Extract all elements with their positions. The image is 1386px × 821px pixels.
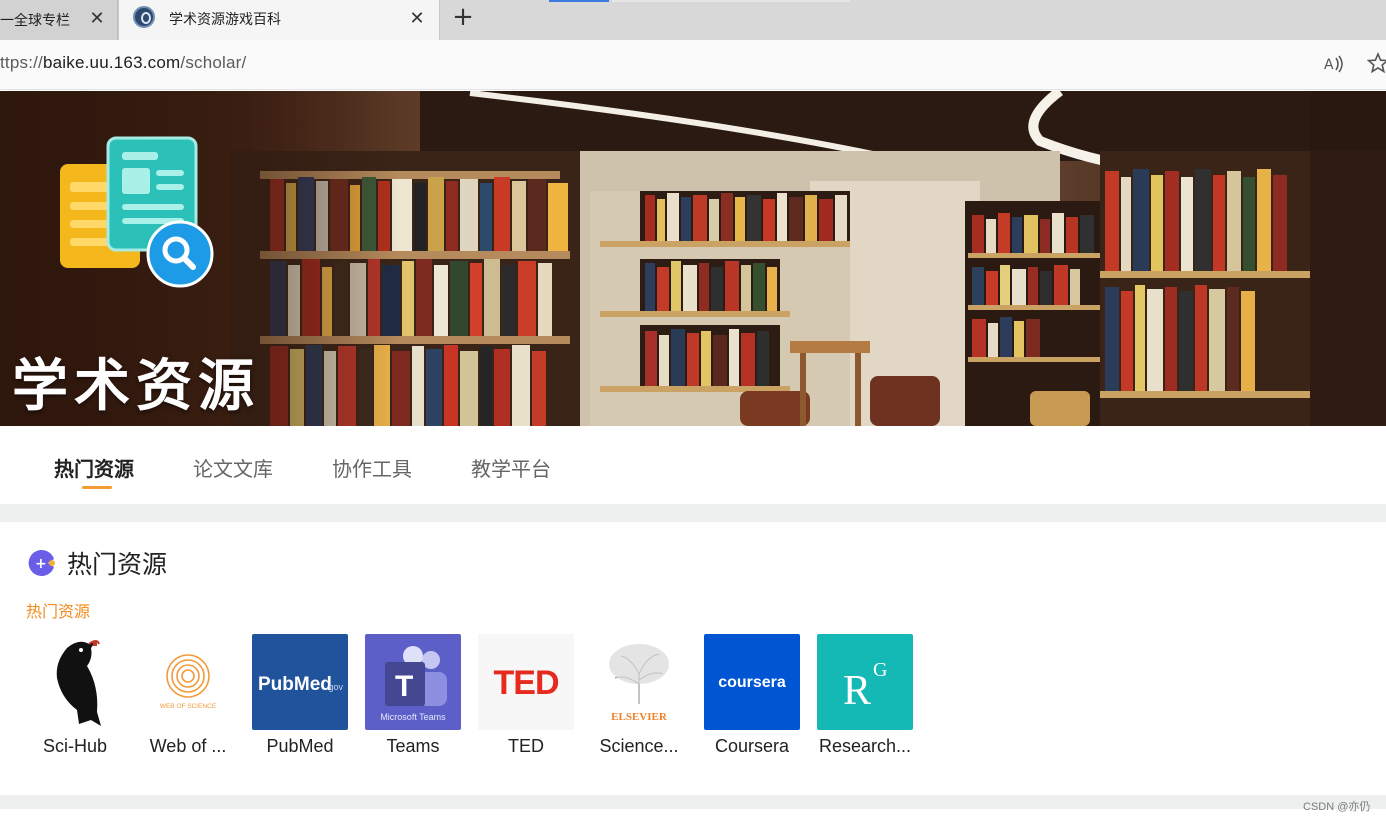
active-tab-indicator (82, 486, 112, 489)
elsevier-wordmark: ELSEVIER (611, 711, 668, 723)
web-of-science-wordmark: WEB OF SCIENCE (160, 703, 217, 710)
close-tab-icon[interactable]: ✕ (407, 9, 427, 29)
teams-icon: T Microsoft Teams (365, 634, 461, 730)
coursera-wordmark: coursera (718, 674, 786, 691)
read-aloud-icon[interactable]: A (1322, 52, 1346, 76)
resource-teams[interactable]: T Microsoft Teams Teams (363, 634, 463, 764)
resource-label: Sci-Hub (42, 736, 108, 756)
url-field[interactable]: ttps://baike.uu.163.com/scholar/ (0, 53, 246, 73)
researchgate-superscript: G (873, 659, 887, 681)
coursera-icon: coursera (704, 634, 800, 730)
category-tab-bar: 热门资源 论文文库 协作工具 教学平台 (0, 426, 1386, 504)
tab-hot-resources[interactable]: 热门资源 (54, 453, 134, 482)
svg-text:+: + (35, 556, 47, 572)
resource-sciencedirect[interactable]: ELSEVIER Science... (589, 634, 689, 764)
researchgate-icon: R G (817, 634, 913, 730)
tab-collaboration-tools[interactable]: 协作工具 (332, 453, 412, 482)
pubmed-wordmark: PubMed (258, 674, 332, 695)
section-separator-bottom (0, 795, 1386, 809)
tab-title: 一全球专栏 (0, 13, 70, 29)
favorite-star-icon[interactable] (1366, 51, 1386, 76)
pubmed-icon: PubMed .gov (252, 634, 348, 730)
url-scheme: ttps:// (0, 53, 43, 72)
browser-tab-strip: 一全球专栏 ✕ 学术资源游戏百科 ✕ + (0, 0, 1386, 40)
resource-pubmed[interactable]: PubMed .gov PubMed (250, 634, 350, 764)
site-favicon-icon (133, 6, 155, 28)
resource-sci-hub[interactable]: Sci-Hub (25, 634, 125, 764)
sciencedirect-icon: ELSEVIER (591, 634, 687, 730)
hot-resources-icon: + (28, 549, 55, 576)
loading-track (612, 0, 850, 2)
pubmed-domain-suffix: .gov (326, 682, 344, 692)
resource-label: Web of ... (149, 736, 227, 756)
new-tab-button[interactable]: + (450, 4, 476, 30)
svg-text:A: A (1324, 57, 1334, 73)
hero-banner: 学术资源 (0, 91, 1386, 426)
url-host: baike.uu.163.com (42, 53, 181, 72)
page-loading-indicator (549, 0, 609, 2)
section-header: + 热门资源 (27, 545, 167, 581)
researchgate-letter: R (843, 668, 871, 714)
section-separator (0, 504, 1386, 522)
resource-label: Teams (386, 736, 440, 756)
ted-wordmark: TED (494, 664, 559, 702)
raven-icon (27, 634, 123, 730)
resource-web-of-science[interactable]: WEB OF SCIENCE Web of ... (138, 634, 238, 764)
scholar-resources-logo-icon (60, 136, 214, 288)
browser-tab-scholar-wiki[interactable]: 学术资源游戏百科 ✕ (118, 0, 440, 40)
ted-icon: TED (478, 634, 574, 730)
resource-label: Research... (818, 736, 912, 756)
watermark: CSDN @亦仍 (1303, 801, 1371, 813)
resource-label: Coursera (714, 736, 790, 756)
resource-coursera[interactable]: coursera Coursera (702, 634, 802, 764)
tab-teaching-platforms[interactable]: 教学平台 (471, 453, 551, 482)
resource-label: Science... (599, 736, 679, 756)
web-of-science-icon: WEB OF SCIENCE (140, 634, 236, 730)
resource-researchgate[interactable]: R G Research... (815, 634, 915, 764)
browser-tab-global-column[interactable]: 一全球专栏 ✕ (0, 0, 118, 40)
tab-title: 学术资源游戏百科 (169, 12, 281, 28)
resource-ted[interactable]: TED TED (476, 634, 576, 764)
resource-label: TED (508, 736, 544, 756)
teams-wordmark: Microsoft Teams (380, 712, 446, 722)
section-subheading: 热门资源 (26, 602, 91, 621)
section-title: 热门资源 (67, 550, 168, 579)
url-path: /scholar/ (180, 53, 247, 72)
address-bar[interactable]: ttps://baike.uu.163.com/scholar/ A (0, 40, 1386, 90)
hero-title: 学术资源 (12, 354, 260, 419)
svg-text:T: T (395, 670, 413, 703)
tab-paper-library[interactable]: 论文文库 (193, 453, 273, 482)
resource-label: PubMed (266, 736, 334, 756)
close-tab-icon[interactable]: ✕ (87, 9, 107, 29)
